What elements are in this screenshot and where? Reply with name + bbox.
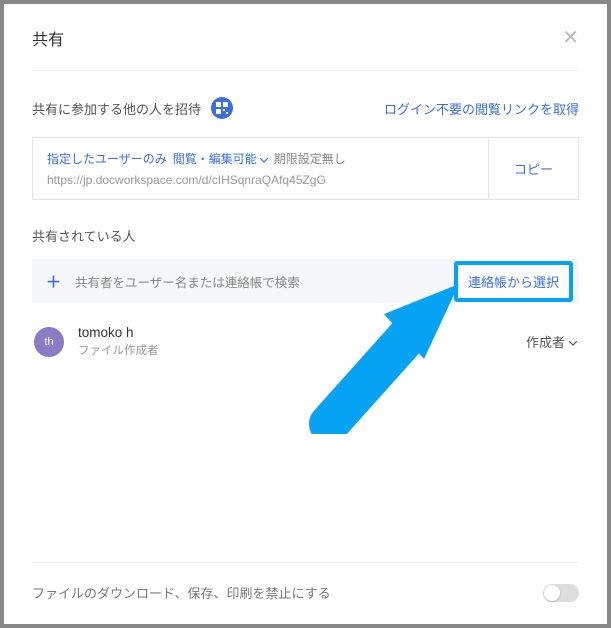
link-permission-dropdown[interactable]: 閲覧・編集可能: [173, 150, 268, 167]
dialog-header: 共有 ✕: [32, 26, 579, 71]
shared-with-heading: 共有されている人: [32, 226, 579, 245]
person-name: tomoko h: [78, 325, 512, 340]
get-view-link-button[interactable]: ログイン不要の閲覧リンクを取得: [384, 99, 579, 118]
qr-code-icon[interactable]: [211, 97, 233, 119]
plus-icon: ＋: [46, 271, 61, 292]
dialog-footer: ファイルのダウンロード、保存、印刷を禁止にする: [32, 562, 579, 602]
link-permission-label: 閲覧・編集可能: [173, 150, 257, 167]
disable-download-label: ファイルのダウンロード、保存、印刷を禁止にする: [32, 583, 331, 602]
role-dropdown-label: 作成者: [526, 332, 565, 351]
disable-download-toggle[interactable]: [543, 584, 579, 602]
link-scope-dropdown[interactable]: 指定したユーザーのみ: [47, 150, 167, 167]
invite-left: 共有に参加する他の人を招待: [32, 97, 233, 119]
search-input[interactable]: 共有者をユーザー名または連絡帳で検索: [75, 272, 454, 291]
link-expiry-label: 期限設定無し: [274, 150, 346, 167]
close-icon[interactable]: ✕: [562, 28, 579, 48]
add-person-row: ＋ 共有者をユーザー名または連絡帳で検索 連絡帳から選択: [32, 259, 579, 303]
invite-label: 共有に参加する他の人を招待: [32, 99, 201, 118]
share-url: https://jp.docworkspace.com/d/cIHSqnraQA…: [47, 173, 474, 187]
avatar: th: [34, 327, 64, 357]
person-info: tomoko h ファイル作成者: [78, 325, 512, 358]
select-from-contacts-button[interactable]: 連絡帳から選択: [454, 261, 573, 302]
invite-row: 共有に参加する他の人を招待 ログイン不要の閲覧リンクを取得: [32, 97, 579, 119]
role-dropdown[interactable]: 作成者: [526, 332, 577, 351]
caret-down-icon: [260, 152, 268, 166]
person-row: th tomoko h ファイル作成者 作成者: [32, 321, 579, 362]
link-settings: 指定したユーザーのみ 閲覧・編集可能 期限設定無し: [47, 150, 474, 167]
link-info: 指定したユーザーのみ 閲覧・編集可能 期限設定無し https://jp.doc…: [33, 138, 488, 199]
share-link-box: 指定したユーザーのみ 閲覧・編集可能 期限設定無し https://jp.doc…: [32, 137, 579, 200]
dialog-title: 共有: [32, 26, 64, 50]
caret-down-icon: [569, 334, 577, 349]
copy-button[interactable]: コピー: [488, 138, 578, 199]
person-role-label: ファイル作成者: [78, 342, 512, 358]
toggle-knob: [544, 585, 560, 601]
share-dialog: 共有 ✕ 共有に参加する他の人を招待 ログイン不要の閲覧リンクを取得 指定したユ…: [4, 4, 607, 624]
